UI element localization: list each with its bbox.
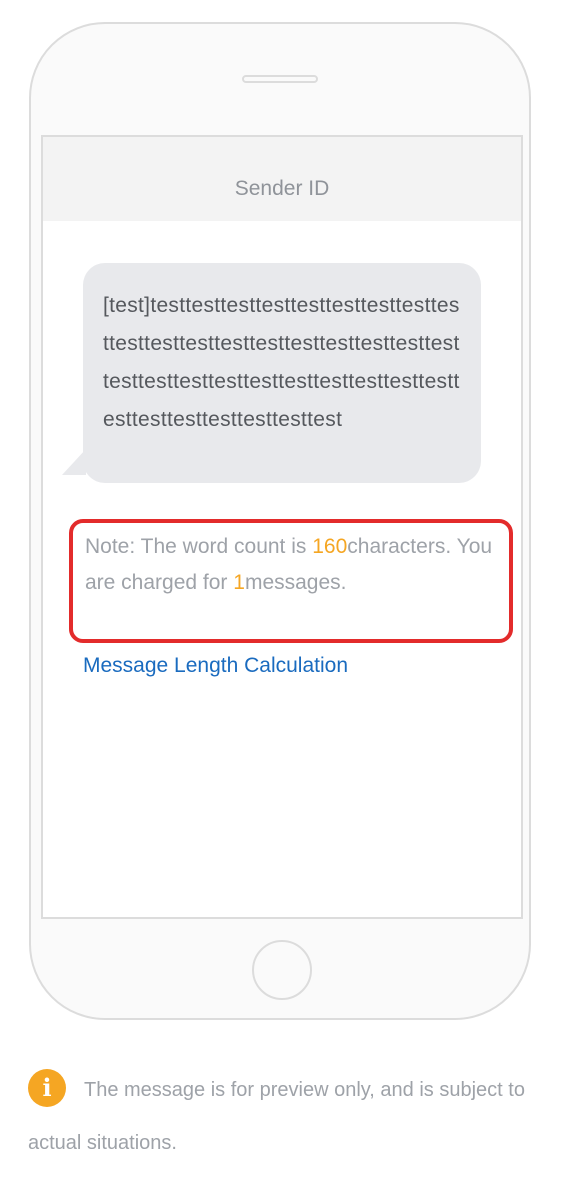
- message-count: 1: [233, 571, 245, 594]
- sender-id-header: Sender ID: [43, 137, 521, 221]
- disclaimer-text: The message is for preview only, and is …: [28, 1079, 525, 1154]
- info-icon: i: [28, 1068, 66, 1107]
- phone-home-button: [252, 940, 312, 1000]
- preview-disclaimer: i The message is for preview only, and is…: [28, 1064, 548, 1170]
- word-count-note: Note: The word count is 160characters. Y…: [69, 519, 513, 643]
- phone-frame: Sender ID [test]testtesttesttesttesttest…: [29, 22, 531, 1020]
- phone-screen: Sender ID [test]testtesttesttesttesttest…: [41, 135, 523, 919]
- character-count: 160: [312, 535, 348, 558]
- message-length-calculation-link[interactable]: Message Length Calculation: [83, 649, 348, 683]
- note-suffix: messages.: [244, 571, 347, 594]
- phone-speaker: [242, 75, 318, 83]
- note-prefix: Note: The word count is: [85, 535, 313, 558]
- sms-preview-page: Sender ID [test]testtesttesttesttesttest…: [0, 0, 568, 1180]
- message-bubble: [test]testtesttesttesttesttesttesttestte…: [83, 263, 481, 483]
